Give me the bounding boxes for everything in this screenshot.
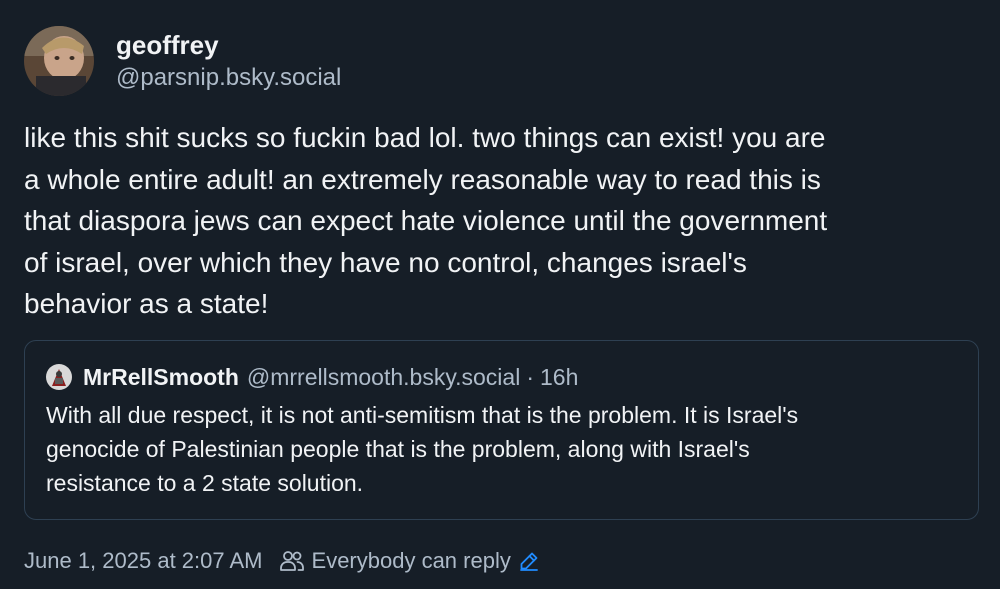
- quoted-timestamp: 16h: [540, 363, 579, 390]
- quoted-post[interactable]: MrRellSmooth @mrrellsmooth.bsky.social ·…: [24, 340, 979, 520]
- people-icon: [278, 547, 306, 575]
- author-avatar[interactable]: [24, 26, 94, 96]
- reply-setting: Everybody can reply: [311, 548, 511, 573]
- quoted-author-avatar: [46, 364, 72, 390]
- post-meta: June 1, 2025 at 2:07 AM Everybody can re…: [24, 545, 541, 577]
- post-text: like this shit sucks so fuckin bad lol. …: [24, 122, 828, 319]
- quoted-separator: ·: [526, 363, 534, 390]
- author-handle[interactable]: @parsnip.bsky.social: [116, 62, 341, 94]
- post-author[interactable]: geoffrey @parsnip.bsky.social: [24, 26, 341, 96]
- quoted-author-display-name: MrRellSmooth: [83, 363, 239, 390]
- post-timestamp: June 1, 2025 at 2:07 AM: [24, 548, 263, 573]
- post-view: geoffrey @parsnip.bsky.social like this …: [0, 0, 1000, 589]
- quoted-post-header: MrRellSmooth @mrrellsmooth.bsky.social ·…: [46, 361, 956, 393]
- quoted-author-handle: @mrrellsmooth.bsky.social: [246, 363, 521, 390]
- author-display-name[interactable]: geoffrey: [116, 28, 341, 62]
- pencil-icon[interactable]: [517, 549, 541, 573]
- quoted-post-text: With all due respect, it is not anti-sem…: [46, 402, 799, 496]
